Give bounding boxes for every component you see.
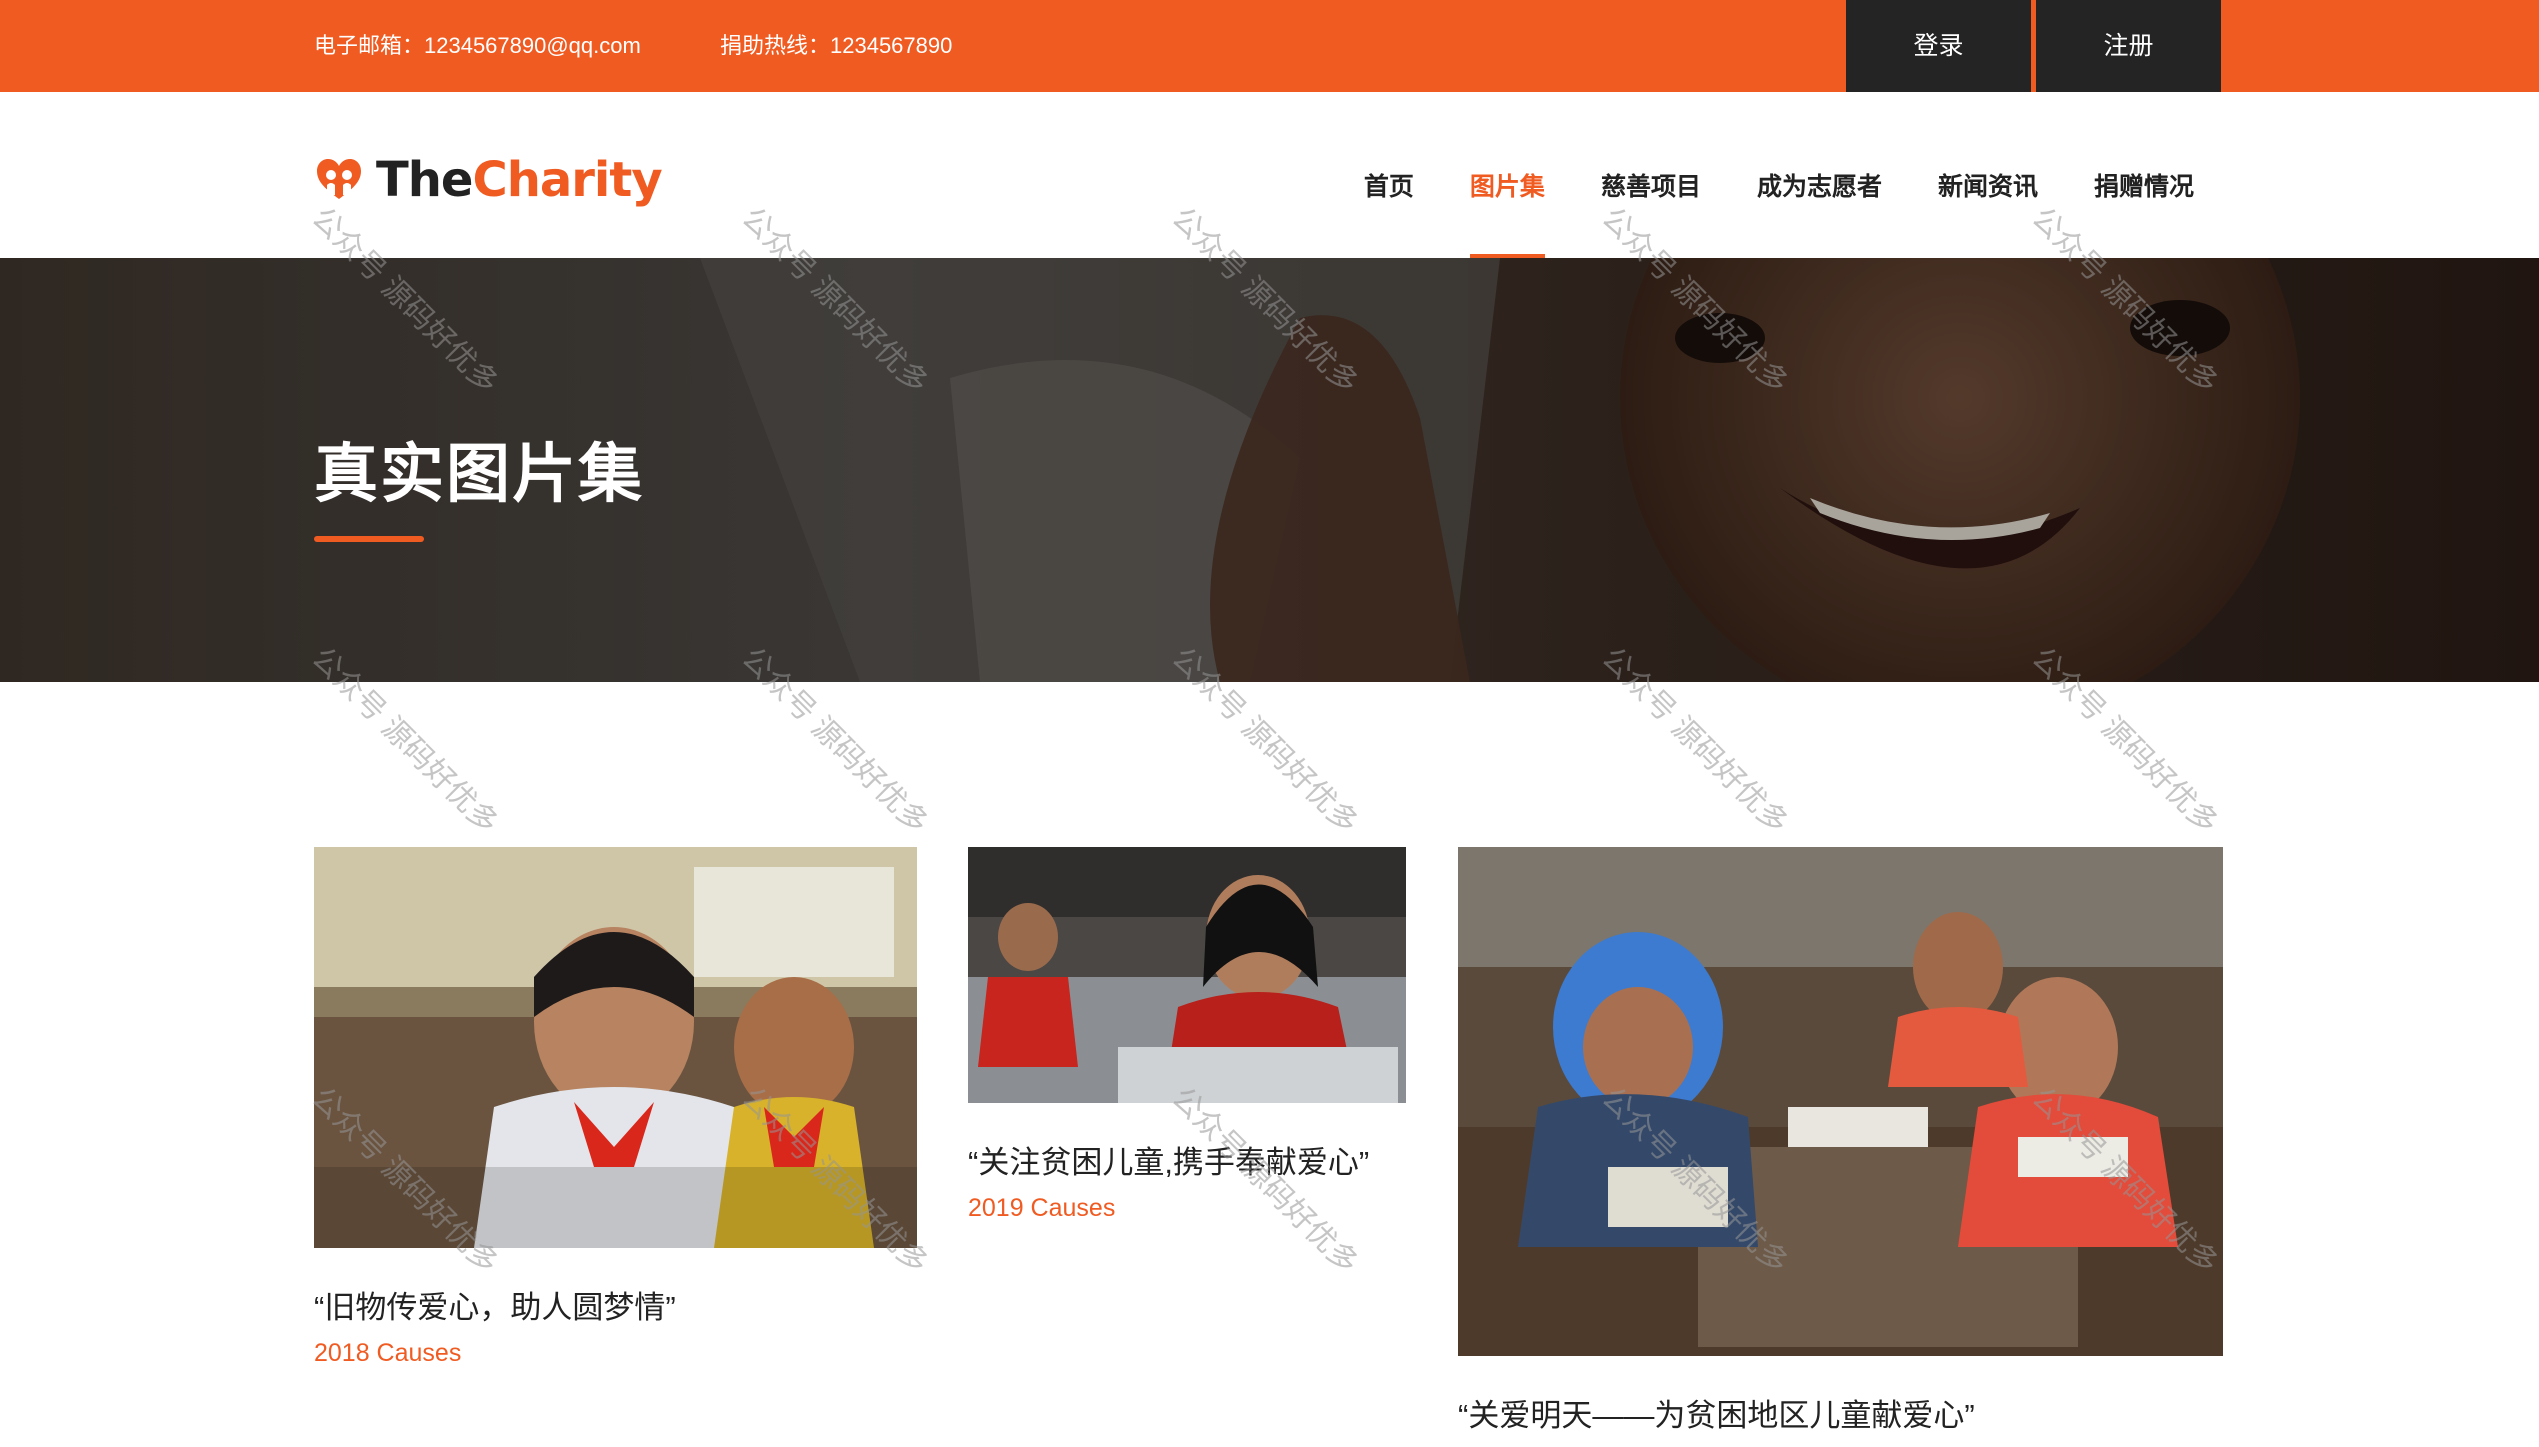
donation-hotline: 捐助热线：1234567890 — [720, 33, 953, 58]
gallery-caption[interactable]: “关注贫困儿童,携手奉献爱心” — [968, 1137, 1406, 1182]
nav-home[interactable]: 首页 — [1364, 92, 1414, 258]
gallery-caption[interactable]: “旧物传爱心，助人圆梦情” — [314, 1282, 917, 1327]
register-button[interactable]: 注册 — [2036, 0, 2221, 92]
site-header: TheCharity 首页 图片集 慈善项目 成为志愿者 新闻资讯 捐赠情况 — [0, 92, 2539, 258]
hero-banner: 真实图片集 — [0, 258, 2539, 682]
nav-news[interactable]: 新闻资讯 — [1938, 92, 2038, 258]
login-button[interactable]: 登录 — [1846, 0, 2031, 92]
gallery-photo-girl-writing[interactable] — [968, 847, 1406, 1103]
gallery-photo-girl-in-classroom[interactable] — [314, 847, 917, 1248]
nav-gallery[interactable]: 图片集 — [1469, 92, 1545, 258]
gallery-year: 2018 Causes — [314, 1339, 462, 1367]
nav-charity-projects[interactable]: 慈善项目 — [1601, 92, 1701, 258]
nav-donations[interactable]: 捐赠情况 — [2094, 92, 2194, 258]
gallery-caption[interactable]: “关爱明天——为贫困地区儿童献爱心” — [1458, 1390, 2223, 1435]
gallery-card: “关注贫困儿童,携手奉献爱心” 2019 Causes — [968, 847, 1406, 1223]
site-logo[interactable]: TheCharity — [314, 150, 663, 210]
gallery-photo-children-at-desks[interactable] — [1458, 847, 2223, 1356]
top-bar: 电子邮箱：1234567890@qq.com 捐助热线：1234567890 登… — [0, 0, 2539, 92]
hero-title-underline — [314, 536, 424, 542]
nav-volunteer[interactable]: 成为志愿者 — [1757, 92, 1882, 258]
logo-text-charity: Charity — [472, 152, 662, 208]
gallery-card: “旧物传爱心，助人圆梦情” 2018 Causes — [314, 847, 917, 1368]
gallery-year: 2019 Causes — [968, 1194, 1116, 1222]
main-nav: 首页 图片集 慈善项目 成为志愿者 新闻资讯 捐赠情况 — [1308, 92, 2194, 258]
heart-hands-icon — [317, 159, 361, 199]
hero-title: 真实图片集 — [314, 438, 644, 510]
contact-email: 电子邮箱：1234567890@qq.com — [314, 33, 641, 58]
logo-text-the: The — [376, 152, 473, 208]
gallery-card: “关爱明天——为贫困地区儿童献爱心” — [1458, 847, 2223, 1447]
